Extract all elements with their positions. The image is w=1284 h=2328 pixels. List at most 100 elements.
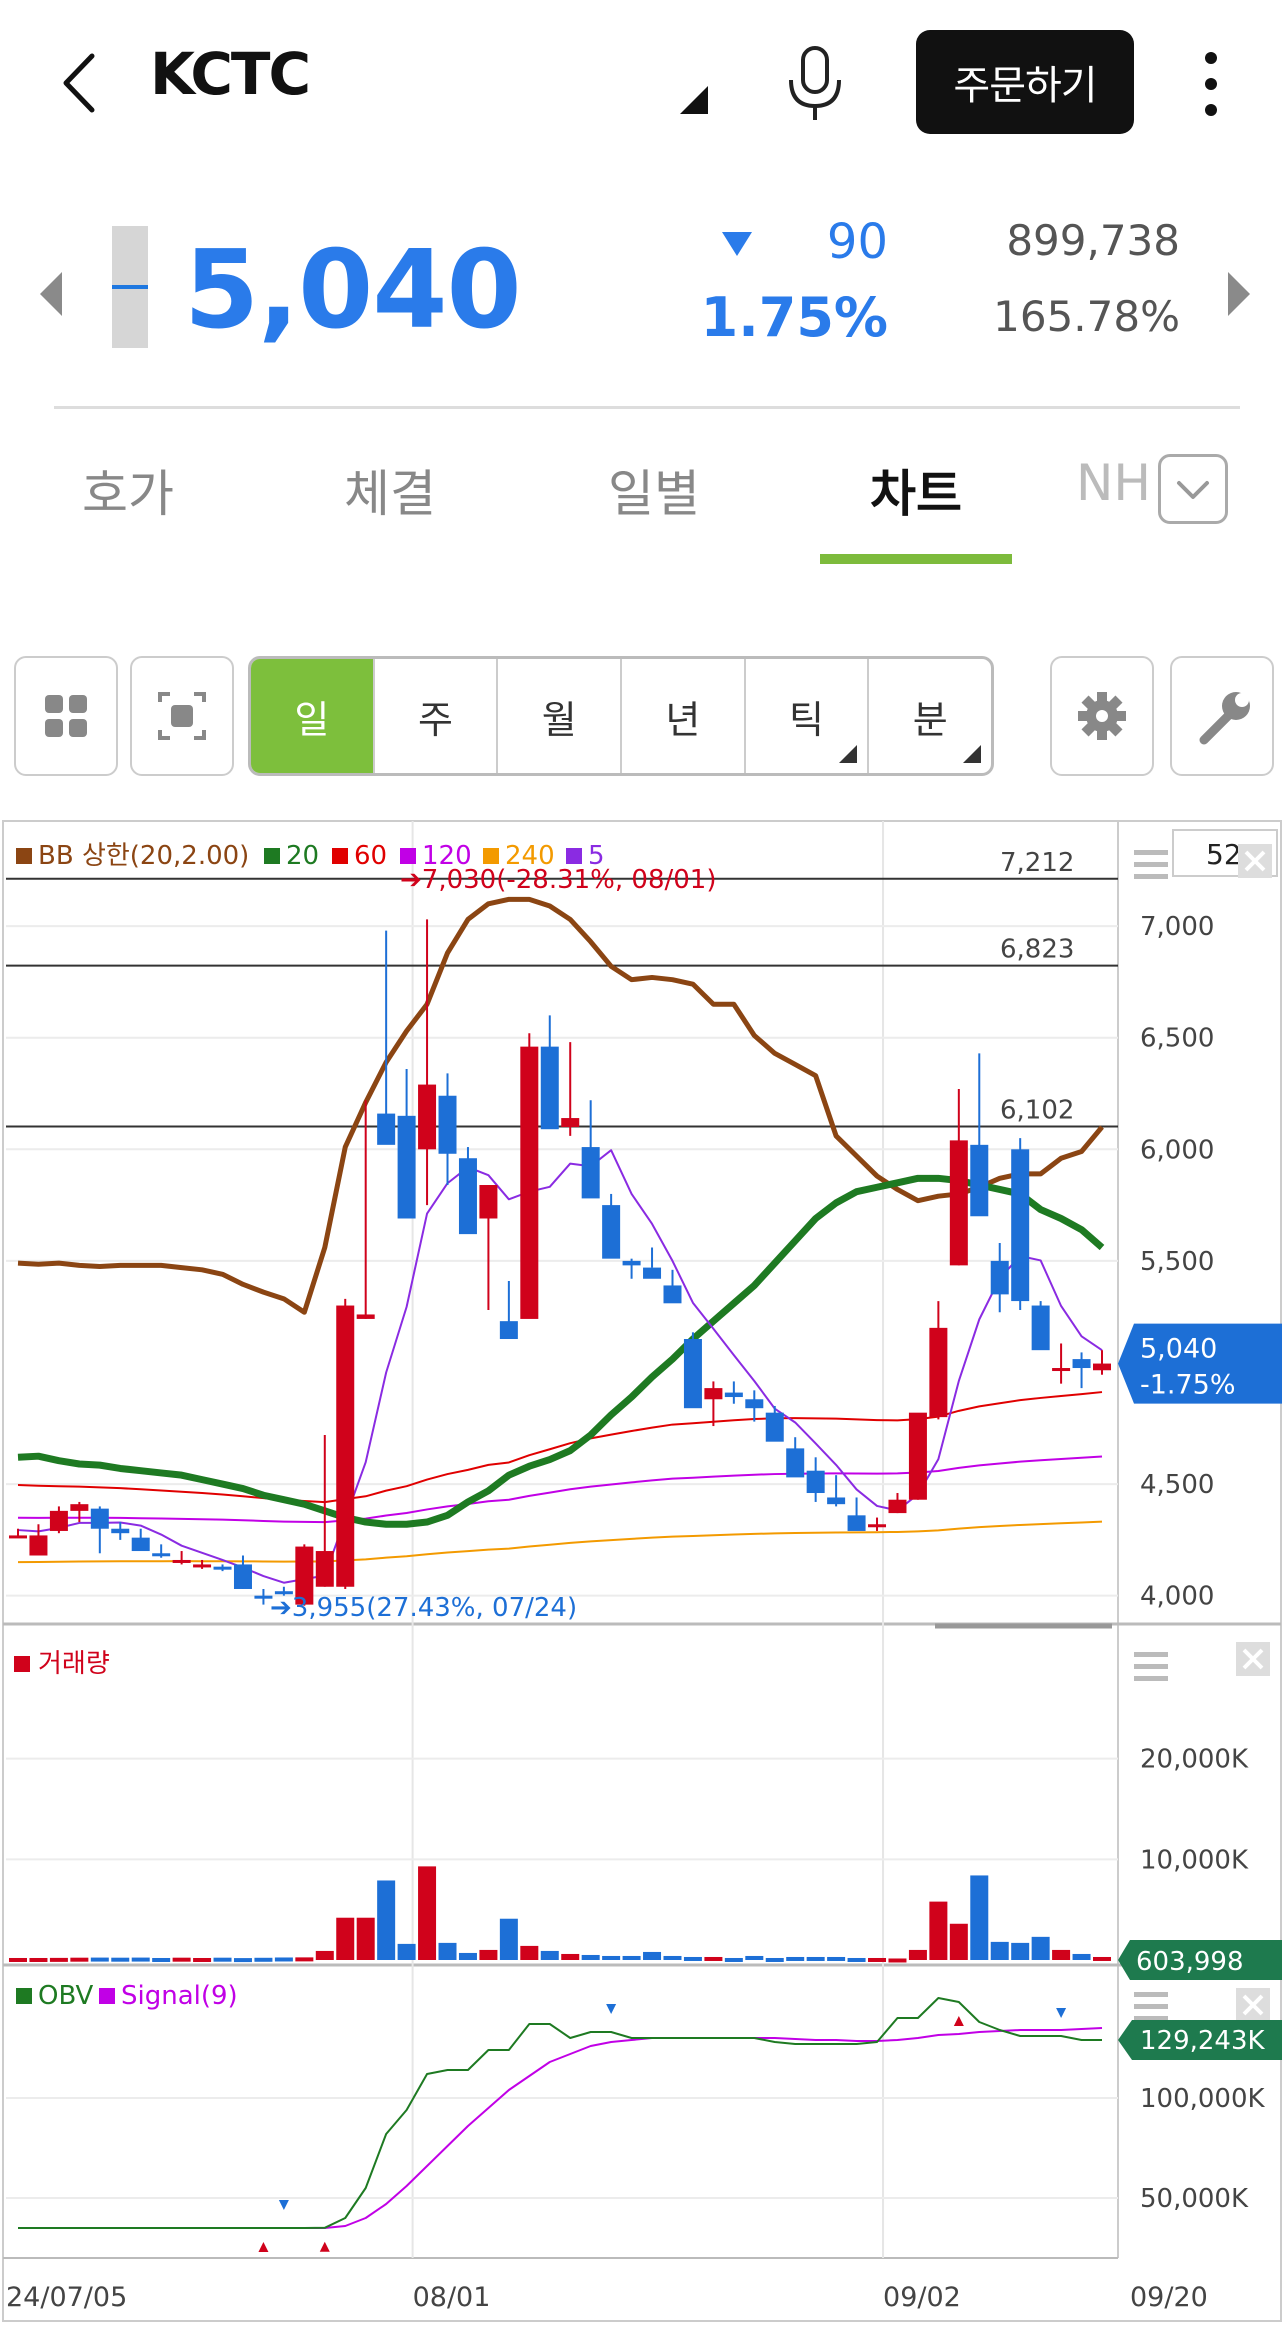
y-tick-label: 4,000 — [1140, 1582, 1214, 1612]
legend-swatch — [400, 848, 416, 864]
candle-body — [438, 1095, 457, 1154]
volume-bar — [70, 1957, 89, 1962]
candle-body — [458, 1158, 477, 1235]
signal-marker-icon — [278, 2200, 289, 2210]
volume-bar — [827, 1956, 846, 1961]
obv-line — [18, 1997, 1102, 2229]
grid-icon — [45, 695, 87, 737]
volume-bar — [90, 1957, 109, 1962]
period-label: 주 — [418, 697, 453, 742]
signal-marker-icon — [319, 2241, 330, 2252]
obv-current-tag-label: 129,243K — [1140, 2026, 1266, 2056]
volume-bar — [438, 1942, 457, 1960]
volume-bar — [990, 1941, 1009, 1960]
chart-tools-button[interactable] — [1170, 656, 1274, 776]
obv-legend-swatch — [16, 1988, 32, 2004]
stock-chart[interactable]: 7,000 6,500 6,000 5,500 4,500 4,000 7,212 6,823… — [0, 818, 1284, 2324]
volume-bar — [745, 1955, 764, 1960]
chevron-left-icon[interactable] — [56, 48, 106, 118]
volume-bar — [643, 1951, 662, 1960]
obv-legend-label: Signal(9) — [121, 1981, 238, 2011]
volume-bar — [131, 1957, 150, 1962]
legend-swatch — [566, 848, 582, 864]
volume-bar — [724, 1957, 743, 1962]
candle-body — [1072, 1359, 1091, 1369]
app-header: KCTC 주문하기 — [0, 0, 1284, 160]
volume-bar — [786, 1956, 805, 1961]
x-tick-label: 08/01 — [413, 2282, 491, 2313]
candle-body — [70, 1504, 89, 1511]
legend-label: BB 상한(20,2.00) — [38, 841, 249, 871]
capture-button[interactable] — [130, 656, 234, 776]
volume-bar — [683, 1956, 702, 1961]
period-label: 일 — [294, 697, 330, 742]
period-button-1[interactable]: 주 — [375, 659, 499, 773]
menu-bar — [1134, 850, 1168, 855]
candle-body — [397, 1115, 416, 1219]
volume-bar — [1031, 1936, 1050, 1960]
volume-bar — [295, 1957, 314, 1962]
y-tick-label: 6,500 — [1140, 1024, 1214, 1054]
more-vertical-icon[interactable] — [1196, 48, 1226, 120]
period-button-3[interactable]: 년 — [622, 659, 746, 773]
volume-bar — [274, 1957, 293, 1962]
period-label: 년 — [665, 697, 701, 742]
menu-bar — [1134, 1676, 1168, 1681]
candle-body — [131, 1537, 150, 1552]
x-tick-label: 09/02 — [883, 2282, 961, 2313]
volume-bar — [540, 1950, 559, 1960]
obv-pane-menu-icon — [1134, 1992, 1168, 2021]
order-button[interactable]: 주문하기 — [916, 30, 1134, 134]
volume-bar — [970, 1875, 989, 1960]
volume-bar — [868, 1957, 887, 1962]
candle-body — [1031, 1305, 1050, 1351]
stock-name[interactable]: KCTC — [150, 40, 311, 108]
volume-bar — [254, 1957, 273, 1962]
volume-bar — [1011, 1942, 1030, 1960]
close-pane-icon — [1236, 1988, 1270, 2022]
candle-body — [1011, 1149, 1030, 1302]
tab-more-button[interactable] — [1158, 454, 1228, 524]
x-tick-label: 09/20 — [1130, 2282, 1208, 2313]
volume-bar — [847, 1957, 866, 1962]
mic-icon[interactable] — [780, 44, 850, 124]
volume-bar — [111, 1957, 130, 1962]
down-triangle-icon — [722, 232, 752, 256]
legend-label: 240 — [505, 841, 555, 871]
signal-marker-icon — [606, 2004, 617, 2014]
volume-bar — [1052, 1949, 1071, 1960]
prev-stock-arrow-icon[interactable] — [40, 272, 62, 316]
layout-button[interactable] — [14, 656, 118, 776]
candle-body — [602, 1205, 621, 1259]
chart-settings-button[interactable] — [1050, 656, 1154, 776]
tab-nh[interactable]: NH — [1076, 454, 1166, 512]
tab-chart[interactable]: 차트 — [870, 454, 962, 526]
price-range-marker — [112, 285, 148, 289]
candle-body — [786, 1448, 805, 1478]
period-button-0[interactable]: 일 — [251, 659, 375, 773]
period-button-2[interactable]: 월 — [498, 659, 623, 773]
tab-daily[interactable]: 일별 — [608, 454, 700, 526]
candle-body — [418, 1084, 437, 1150]
min-price-annotation: ➔3,955(27.43%, 07/24) — [270, 1593, 577, 1623]
tab-trades[interactable]: 체결 — [344, 454, 436, 526]
volume-legend-swatch — [14, 1656, 30, 1672]
signal-marker-icon — [953, 2016, 964, 2026]
reference-line-label: 6,823 — [1000, 935, 1074, 965]
candle-body — [990, 1260, 1009, 1295]
period-label: 틱 — [789, 697, 824, 742]
volume-bar — [172, 1957, 191, 1962]
candle-body — [581, 1147, 600, 1199]
menu-bar — [1134, 862, 1168, 867]
period-button-4[interactable]: 틱 — [746, 659, 870, 773]
candle-body — [172, 1559, 191, 1563]
quote-summary: 5,040 90 1.75% 899,738 165.78% — [0, 200, 1284, 380]
volume-bar — [458, 1952, 477, 1960]
tab-orderbook[interactable]: 호가 — [82, 454, 174, 526]
dropdown-triangle-icon[interactable] — [680, 86, 708, 114]
next-stock-arrow-icon[interactable] — [1228, 272, 1250, 316]
period-button-5[interactable]: 분 — [869, 659, 991, 773]
volume-bar — [1093, 1956, 1111, 1961]
y-tick-label: 4,500 — [1140, 1470, 1214, 1500]
chart-canvas[interactable]: 7,000 6,500 6,000 5,500 4,500 4,000 7,212 6,823… — [0, 818, 1284, 2324]
